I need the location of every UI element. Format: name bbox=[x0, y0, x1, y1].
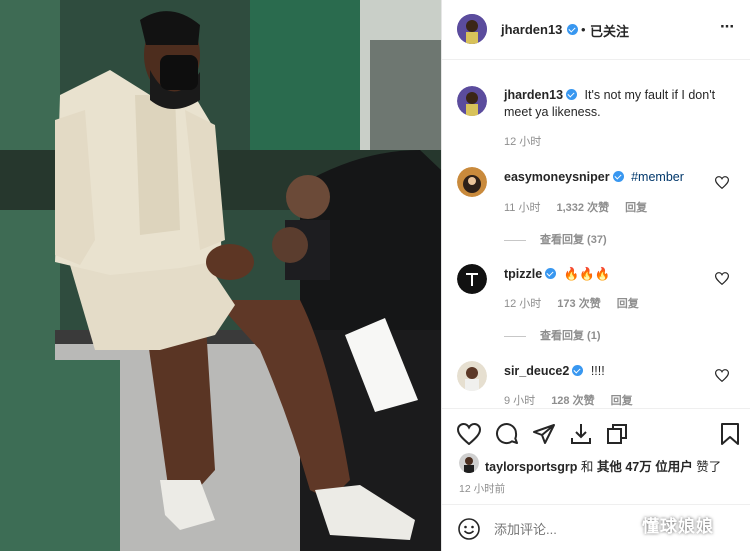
liker-username[interactable]: taylorsportsgrp bbox=[485, 460, 577, 474]
comment-username[interactable]: tpizzle bbox=[504, 267, 542, 281]
comment-avatar[interactable] bbox=[457, 361, 487, 391]
view-replies-link[interactable]: 查看回复 (1) bbox=[504, 327, 601, 343]
like-comment-heart-icon[interactable] bbox=[715, 369, 729, 382]
verified-icon bbox=[612, 171, 624, 182]
photo-illustration bbox=[0, 0, 441, 551]
likes-and: 和 bbox=[580, 460, 594, 474]
like-comment-heart-icon[interactable] bbox=[715, 176, 729, 189]
post-side-panel: jharden13 • 已关注 ··· jharden13 It's not m… bbox=[441, 0, 750, 551]
reply-button[interactable]: 回复 bbox=[617, 298, 639, 310]
comment-meta: 11 小时 1,332 次赞 回复 bbox=[504, 199, 663, 215]
caption-username[interactable]: jharden13 bbox=[504, 88, 563, 102]
avatar-image bbox=[457, 86, 487, 116]
comment-text-block: sir_deuce2 !!!! bbox=[504, 363, 724, 380]
comment-icon[interactable] bbox=[495, 422, 519, 446]
comment-avatar[interactable] bbox=[457, 264, 487, 294]
comment-meta: 9 小时 128 次赞 回复 bbox=[504, 392, 649, 408]
comment-text: 🔥🔥🔥 bbox=[563, 267, 611, 281]
comment-text: !!!! bbox=[590, 364, 605, 378]
watermark-text: 懂球娘娘 bbox=[642, 517, 714, 536]
comment-username[interactable]: easymoneysniper bbox=[504, 170, 610, 184]
comment-meta: 12 小时 173 次赞 回复 bbox=[504, 295, 655, 311]
avatar-image bbox=[457, 14, 487, 44]
author-avatar[interactable] bbox=[457, 14, 487, 44]
avatar-image bbox=[457, 167, 487, 197]
likes-suffix: 赞了 bbox=[696, 460, 722, 474]
avatar-image bbox=[457, 264, 487, 294]
comment-avatar[interactable] bbox=[457, 167, 487, 197]
bookmark-icon[interactable] bbox=[605, 422, 629, 446]
verified-icon bbox=[572, 365, 584, 376]
reply-button[interactable]: 回复 bbox=[611, 395, 633, 407]
post-header: jharden13 • 已关注 ··· bbox=[442, 0, 750, 60]
likes-count[interactable]: 其他 47万 位用户 bbox=[597, 460, 693, 474]
follow-status-button[interactable]: 已关注 bbox=[590, 21, 629, 40]
verified-icon bbox=[567, 24, 578, 35]
author-username[interactable]: jharden13 bbox=[501, 22, 562, 37]
comment-text[interactable]: #member bbox=[631, 170, 684, 184]
more-options-icon[interactable]: ··· bbox=[720, 17, 735, 37]
comment-time: 11 小时 bbox=[504, 202, 541, 214]
caption-avatar[interactable] bbox=[457, 86, 487, 116]
post-time: 12 小时前 bbox=[459, 483, 506, 495]
verified-icon bbox=[545, 268, 557, 279]
caption-text-block: jharden13 It's not my fault if I don't m… bbox=[504, 87, 736, 121]
likes-summary: taylorsportsgrp 和 其他 47万 位用户 赞了 bbox=[485, 456, 721, 475]
emoji-icon[interactable] bbox=[457, 517, 481, 541]
view-replies-link[interactable]: 查看回复 (37) bbox=[504, 231, 607, 247]
like-comment-heart-icon[interactable] bbox=[715, 272, 729, 285]
share-icon[interactable] bbox=[532, 422, 556, 446]
heart-icon[interactable] bbox=[457, 423, 481, 445]
avatar-image bbox=[457, 361, 487, 391]
header-separator: • bbox=[581, 22, 586, 37]
post-photo[interactable]: 懂球娘娘 bbox=[0, 0, 441, 551]
instagram-post-view: 懂球娘娘 jharden13 • 已关注 ··· jharden13 It's … bbox=[0, 0, 750, 551]
liker-avatar[interactable] bbox=[459, 453, 479, 473]
verified-icon bbox=[566, 89, 578, 100]
action-bar bbox=[442, 408, 750, 458]
comment-input[interactable] bbox=[494, 519, 654, 539]
avatar-image bbox=[459, 453, 479, 473]
comment-username[interactable]: sir_deuce2 bbox=[504, 364, 569, 378]
comment-text-block: easymoneysniper #member bbox=[504, 169, 724, 186]
comment-time: 12 小时 bbox=[504, 298, 542, 310]
comment-likes[interactable]: 128 次赞 bbox=[551, 395, 594, 407]
save-icon[interactable] bbox=[569, 422, 593, 446]
comment-time: 9 小时 bbox=[504, 395, 536, 407]
bookmark-save-icon[interactable] bbox=[719, 422, 741, 446]
reply-button[interactable]: 回复 bbox=[625, 202, 647, 214]
caption-time: 12 小时 bbox=[504, 136, 542, 148]
comment-text-block: tpizzle 🔥🔥🔥 bbox=[504, 266, 724, 283]
comment-likes[interactable]: 173 次赞 bbox=[557, 298, 600, 310]
comment-likes[interactable]: 1,332 次赞 bbox=[556, 202, 609, 214]
